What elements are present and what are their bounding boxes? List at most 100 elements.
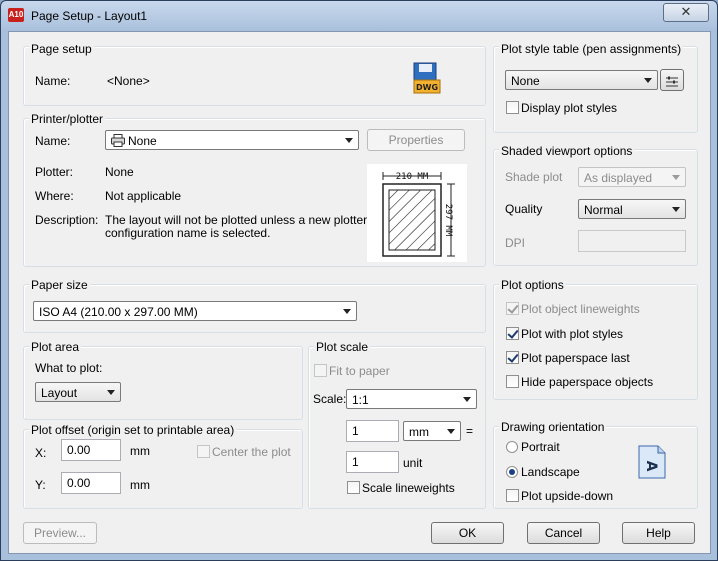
plot-paperspace-last-label: Plot paperspace last <box>521 351 630 365</box>
shade-plot-label: Shade plot <box>505 170 563 184</box>
close-button[interactable]: ✕ <box>663 3 709 22</box>
what-to-plot-dropdown[interactable]: Layout <box>35 382 121 402</box>
fit-to-paper-checkbox[interactable] <box>314 364 327 377</box>
landscape-radio[interactable] <box>506 466 518 478</box>
what-to-plot-value: Layout <box>41 386 78 400</box>
plot-with-plot-styles-label: Plot with plot styles <box>521 327 624 341</box>
portrait-radio[interactable] <box>506 441 518 453</box>
chevron-down-icon <box>463 397 471 402</box>
orientation-icon-letter: A <box>643 461 659 472</box>
drawing-orientation-group-label: Drawing orientation <box>499 420 607 434</box>
description-line-1: The layout will not be plotted unless a … <box>105 213 368 227</box>
ok-button[interactable]: OK <box>431 522 504 544</box>
printer-name-label: Name: <box>35 134 71 148</box>
hide-paperspace-checkbox[interactable] <box>506 375 519 388</box>
plot-upside-down-label: Plot upside-down <box>521 489 614 503</box>
paper-size-value: ISO A4 (210.00 x 297.00 MM) <box>39 305 198 319</box>
dialog-client-area: Page setup Name: <None> DWG Printer/plot… <box>8 31 711 554</box>
shade-plot-dropdown[interactable]: As displayed <box>578 167 686 187</box>
chevron-down-icon <box>343 309 351 314</box>
chevron-down-icon <box>107 390 115 395</box>
page-setup-name-value: <None> <box>107 74 150 88</box>
chevron-down-icon <box>672 175 680 180</box>
offset-x-input[interactable]: 0.00 <box>61 439 121 461</box>
plotter-label: Plotter: <box>35 165 74 179</box>
plot-object-lineweights-checkbox[interactable] <box>506 302 519 315</box>
quality-value: Normal <box>584 203 623 217</box>
scale-label: Scale: <box>313 392 347 406</box>
scale-bottom-input[interactable]: 1 <box>346 451 399 473</box>
scale-unit-dropdown[interactable]: mm <box>403 421 461 441</box>
landscape-orientation-icon: A <box>638 445 666 479</box>
plot-upside-down-checkbox[interactable] <box>506 489 519 502</box>
where-value: Not applicable <box>105 189 182 203</box>
description-line-2: configuration name is selected. <box>105 226 271 240</box>
dwg-icon-text: DWG <box>416 83 438 92</box>
dpi-input[interactable] <box>578 230 686 252</box>
printer-plotter-group-label: Printer/plotter <box>29 112 106 126</box>
offset-x-unit: mm <box>130 444 150 458</box>
what-to-plot-label: What to plot: <box>35 361 103 375</box>
scale-unit-value: mm <box>409 425 429 439</box>
paper-height-label: 297 MM <box>443 204 453 237</box>
shaded-viewport-group-label: Shaded viewport options <box>499 144 635 158</box>
printer-icon <box>111 134 125 150</box>
where-label: Where: <box>35 189 74 203</box>
printer-name-value: None <box>128 134 157 148</box>
plot-options-group-label: Plot options <box>499 278 566 292</box>
page-setup-group-label: Page setup <box>29 42 94 56</box>
plot-style-value: None <box>511 74 540 88</box>
chevron-down-icon <box>447 429 455 434</box>
plot-object-lineweights-label: Plot object lineweights <box>521 302 640 316</box>
center-plot-label: Center the plot <box>212 445 291 459</box>
offset-y-input[interactable]: 0.00 <box>61 472 121 494</box>
autocad-app-icon: A10 <box>8 8 24 22</box>
preview-button[interactable]: Preview... <box>23 522 97 544</box>
paper-size-preview: 210 MM 297 MM <box>367 164 467 262</box>
offset-y-label: Y: <box>35 478 46 492</box>
scale-bottom-unit: unit <box>403 456 423 470</box>
dwg-icon[interactable]: DWG <box>413 62 441 94</box>
plot-style-table-group-label: Plot style table (pen assignments) <box>499 42 684 56</box>
close-icon: ✕ <box>680 4 692 19</box>
page-setup-name-label: Name: <box>35 74 71 88</box>
printer-name-dropdown[interactable]: None <box>105 130 359 150</box>
fit-to-paper-label: Fit to paper <box>329 364 390 378</box>
plot-area-group-label: Plot area <box>29 340 82 354</box>
chevron-down-icon <box>345 138 353 143</box>
dpi-label: DPI <box>505 236 526 250</box>
chevron-down-icon <box>644 78 652 83</box>
properties-button[interactable]: Properties <box>367 129 465 151</box>
edit-plot-style-button[interactable] <box>660 69 684 91</box>
quality-dropdown[interactable]: Normal <box>578 199 686 219</box>
display-plot-styles-checkbox[interactable] <box>506 101 519 114</box>
scale-lineweights-label: Scale lineweights <box>362 481 455 495</box>
scale-lineweights-checkbox[interactable] <box>347 481 360 494</box>
page-setup-window: A10 Page Setup - Layout1 ✕ Page setup Na… <box>0 0 718 561</box>
description-label: Description: <box>35 213 99 227</box>
display-plot-styles-label: Display plot styles <box>521 101 618 115</box>
cancel-button[interactable]: Cancel <box>527 522 600 544</box>
window-title: Page Setup - Layout1 <box>31 9 148 23</box>
portrait-label: Portrait <box>521 440 560 454</box>
landscape-label: Landscape <box>521 465 580 479</box>
paper-size-dropdown[interactable]: ISO A4 (210.00 x 297.00 MM) <box>33 301 357 321</box>
center-plot-checkbox[interactable] <box>197 445 210 458</box>
plot-with-plot-styles-checkbox[interactable] <box>506 327 519 340</box>
hide-paperspace-label: Hide paperspace objects <box>521 375 654 389</box>
plot-scale-group-label: Plot scale <box>314 340 371 354</box>
shade-plot-value: As displayed <box>584 171 653 185</box>
title-bar[interactable]: A10 Page Setup - Layout1 ✕ <box>1 1 717 31</box>
quality-label: Quality <box>505 202 543 216</box>
scale-top-input[interactable]: 1 <box>346 420 399 442</box>
plot-style-dropdown[interactable]: None <box>505 70 658 90</box>
edit-table-icon <box>665 74 679 94</box>
offset-y-unit: mm <box>130 478 150 492</box>
scale-dropdown[interactable]: 1:1 <box>346 389 477 409</box>
scale-value: 1:1 <box>352 393 369 407</box>
plotter-value: None <box>105 165 134 179</box>
help-button[interactable]: Help <box>622 522 695 544</box>
plot-paperspace-last-checkbox[interactable] <box>506 351 519 364</box>
scale-equals: = <box>466 424 474 438</box>
plot-offset-group-label: Plot offset (origin set to printable are… <box>29 423 237 437</box>
